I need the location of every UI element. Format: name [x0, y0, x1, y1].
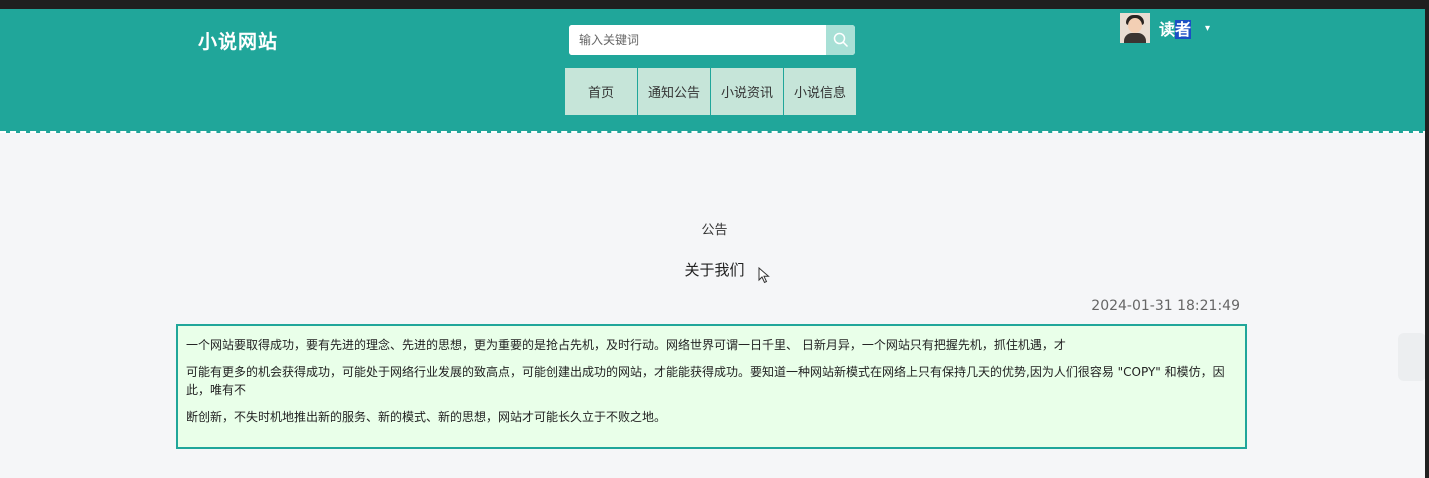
search-input[interactable]	[569, 25, 821, 55]
article-paragraph: 可能有更多的机会获得成功，可能处于网络行业发展的致高点，可能创建出成功的网站，才…	[186, 365, 1225, 397]
scrollbar-thumb[interactable]	[1398, 333, 1426, 381]
article-title: 关于我们	[684, 261, 745, 279]
search-box	[569, 25, 855, 55]
user-name[interactable]: 读者	[1159, 16, 1192, 40]
window-top-bar	[0, 0, 1429, 9]
nav-item-notices[interactable]: 通知公告	[638, 68, 710, 115]
nav-item-novels[interactable]: 小说信息	[784, 68, 856, 115]
caret-down-icon[interactable]: ▾	[1205, 23, 1210, 34]
mouse-pointer-icon	[758, 267, 770, 284]
main-nav: 首页 通知公告 小说资讯 小说信息	[565, 68, 857, 115]
article-content: 一个网站要取得成功，要有先进的理念、先进的思想，更为重要的是抢占先机，及时行动。…	[176, 324, 1247, 449]
publish-datetime: 2024-01-31 18:21:49	[1091, 298, 1240, 314]
article-paragraph: 一个网站要取得成功，要有先进的理念、先进的思想，更为重要的是抢占先机，及时行动。…	[186, 338, 1066, 352]
avatar[interactable]	[1120, 13, 1150, 43]
window-right-edge	[1425, 9, 1429, 478]
site-logo[interactable]: 小说网站	[198, 27, 278, 54]
article-paragraph: 断创新，不失时机地推出新的服务、新的模式、新的思想，网站才可能长久立于不败之地。	[186, 410, 667, 424]
user-name-part1: 读	[1159, 20, 1176, 39]
user-menu[interactable]: 读者 ▾	[1120, 13, 1210, 43]
user-name-part2-selected: 者	[1175, 20, 1192, 39]
search-button[interactable]	[826, 25, 855, 55]
nav-item-news[interactable]: 小说资讯	[711, 68, 783, 115]
article-category: 公告	[701, 223, 728, 238]
nav-item-home[interactable]: 首页	[565, 68, 637, 115]
search-icon	[833, 32, 849, 48]
site-header: 小说网站 首页 通知公告 小说资讯 小说信息 读者 ▾	[0, 9, 1429, 133]
